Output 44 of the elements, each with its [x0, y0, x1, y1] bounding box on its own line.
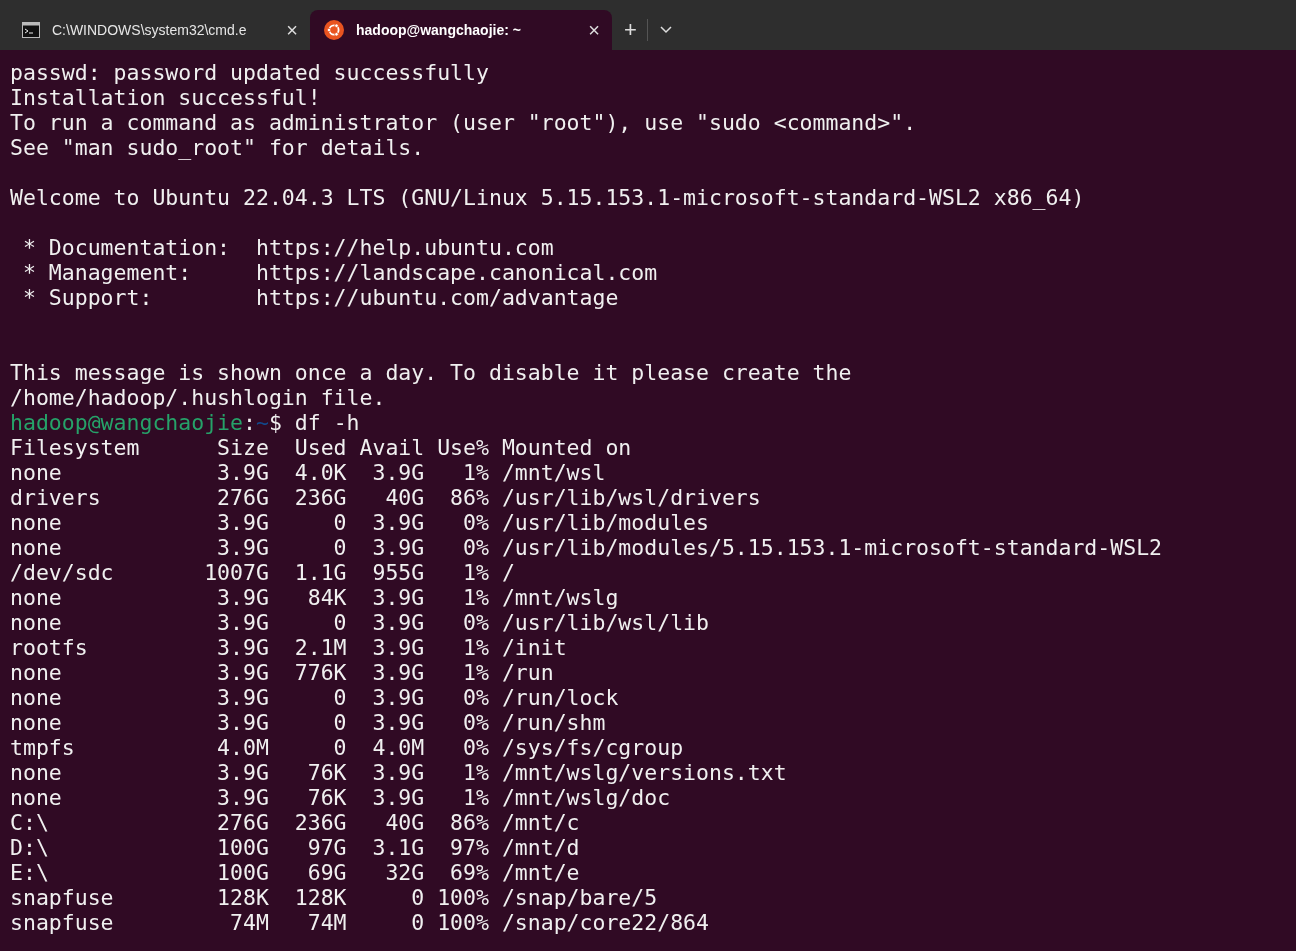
terminal-command: $ df -h: [268, 410, 360, 435]
ubuntu-icon: [324, 20, 344, 40]
terminal-line: none 3.9G 84K 3.9G 1% /mnt/wslg: [10, 585, 619, 610]
terminal-line: Welcome to Ubuntu 22.04.3 LTS (GNU/Linux 5.15.153.1-microsoft-standard-WSL2 x86_64): [10, 185, 1085, 210]
close-tab-button[interactable]: ×: [588, 20, 600, 40]
terminal-line: See "man sudo_root" for details.: [10, 135, 425, 160]
terminal-line: C:\ 276G 236G 40G 86% /mnt/c: [10, 810, 580, 835]
terminal-icon: [22, 22, 40, 38]
prompt-path: ~: [255, 410, 269, 435]
terminal-line: D:\ 100G 97G 3.1G 97% /mnt/d: [10, 835, 580, 860]
terminal-line: snapfuse 74M 74M 0 100% /snap/core22/864: [10, 910, 709, 935]
terminal-line: none 3.9G 0 3.9G 0% /run/lock: [10, 685, 619, 710]
new-tab-button[interactable]: +: [624, 19, 637, 41]
terminal-line: drivers 276G 236G 40G 86% /usr/lib/wsl/drivers: [10, 485, 761, 510]
close-tab-button[interactable]: ×: [286, 20, 298, 40]
terminal-line: To run a command as administrator (user "root"), use "sudo <command>".: [10, 110, 917, 135]
prompt-user: hadoop@wangchaojie: [10, 410, 243, 435]
terminal-line: none 3.9G 0 3.9G 0% /usr/lib/wsl/lib: [10, 610, 709, 635]
terminal-line: /home/hadoop/.hushlogin file.: [10, 385, 386, 410]
tab-title: hadoop@wangchaojie: ~: [356, 20, 522, 40]
terminal-line: E:\ 100G 69G 32G 69% /mnt/e: [10, 860, 580, 885]
terminal-line: none 3.9G 76K 3.9G 1% /mnt/wslg/doc: [10, 785, 671, 810]
terminal-line: rootfs 3.9G 2.1M 3.9G 1% /init: [10, 635, 567, 660]
terminal-line: none 3.9G 4.0K 3.9G 1% /mnt/wsl: [10, 460, 606, 485]
terminal-line: none 3.9G 776K 3.9G 1% /run: [10, 660, 554, 685]
terminal-line: none 3.9G 0 3.9G 0% /run/shm: [10, 710, 606, 735]
terminal-line: Filesystem Size Used Avail Use% Mounted on: [10, 435, 632, 460]
terminal-line: * Support: https://ubuntu.com/advantage: [21, 285, 619, 310]
terminal-line: /dev/sdc 1007G 1.1G 955G 1% /: [10, 560, 515, 585]
terminal-line: Installation successful!: [10, 85, 321, 110]
terminal-tab[interactable]: C:\WINDOWS\system32\cmd.e ×: [8, 10, 310, 50]
terminal-line: none 3.9G 0 3.9G 0% /usr/lib/modules/5.15.153.1-microsoft-standard-WSL2: [10, 535, 1163, 560]
prompt-separator: :: [243, 410, 256, 435]
terminal-line: tmpfs 4.0M 0 4.0M 0% /sys/fs/cgroup: [10, 735, 684, 760]
terminal-line: passwd: password updated successfully: [10, 60, 489, 85]
terminal-line: * Management: https://landscape.canonical.com: [21, 260, 658, 285]
terminal-line: none 3.9G 0 3.9G 0% /usr/lib/modules: [10, 510, 709, 535]
dropdown-icon[interactable]: [659, 26, 672, 34]
terminal-line: This message is shown once a day. To disable it please create the: [10, 360, 852, 385]
terminal-line: snapfuse 128K 128K 0 100% /snap/bare/5: [10, 885, 658, 910]
terminal-line: * Documentation: https://help.ubuntu.com: [21, 235, 554, 260]
terminal-tab[interactable]: hadoop@wangchaojie: ~ ×: [310, 10, 612, 50]
tab-title: C:\WINDOWS\system32\cmd.e: [52, 20, 248, 40]
terminal-line: none 3.9G 76K 3.9G 1% /mnt/wslg/versions.txt: [10, 760, 787, 785]
